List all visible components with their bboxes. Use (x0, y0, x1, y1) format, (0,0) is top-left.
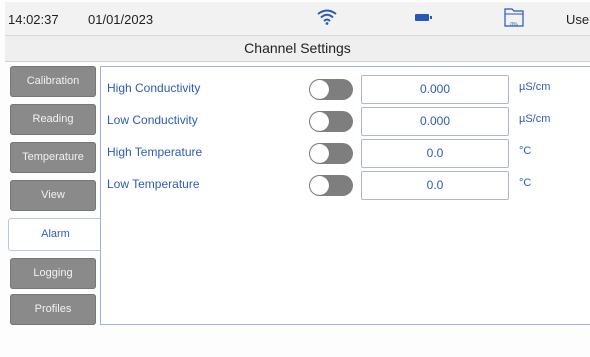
alarm-label: High Temperature (107, 145, 203, 159)
toggle-knob (310, 80, 329, 99)
wifi-icon (317, 9, 337, 25)
page-title: Channel Settings (5, 36, 590, 62)
tab-profiles[interactable]: Profiles (10, 294, 96, 325)
alarm-row-high-conductivity: High Conductivity 0.000 µS/cm (101, 73, 590, 105)
user-name[interactable]: User1 (566, 12, 590, 27)
clock-date: 01/01/2023 (88, 12, 154, 27)
alarm-row-low-conductivity: Low Conductivity 0.000 µS/cm (101, 105, 590, 137)
tab-view[interactable]: View (10, 180, 96, 211)
alarm-value-field[interactable]: 0.0 (361, 139, 509, 168)
alarm-unit: µS/cm (519, 81, 551, 93)
alarm-enable-toggle[interactable] (309, 175, 353, 196)
tab-calibration[interactable]: Calibration (10, 66, 96, 97)
alarm-row-high-temperature: High Temperature 0.0 °C (101, 137, 590, 169)
tab-reading[interactable]: Reading (10, 104, 96, 135)
alarm-unit: µS/cm (519, 113, 551, 125)
alarm-enable-toggle[interactable] (309, 79, 353, 100)
tab-logging[interactable]: Logging (10, 258, 96, 289)
battery-icon (415, 14, 432, 21)
alarm-settings-panel: High Conductivity 0.000 µS/cm Low Conduc… (100, 66, 590, 325)
instrument-screen: 14:02:37 01/01/2023 0% User1 Channel Set… (0, 0, 590, 357)
toggle-knob (310, 144, 329, 163)
alarm-value-field[interactable]: 0.000 (361, 107, 509, 136)
clock-time: 14:02:37 (8, 12, 59, 27)
alarm-enable-toggle[interactable] (309, 111, 353, 132)
alarm-value-field[interactable]: 0.000 (361, 75, 509, 104)
alarm-label: Low Conductivity (107, 113, 198, 127)
alarm-unit: °C (519, 145, 532, 157)
alarm-unit: °C (519, 177, 532, 189)
alarm-label: High Conductivity (107, 81, 201, 95)
toggle-knob (310, 176, 329, 195)
tab-alarm[interactable]: Alarm (8, 218, 102, 251)
alarm-enable-toggle[interactable] (309, 143, 353, 164)
tab-temperature[interactable]: Temperature (10, 142, 96, 173)
alarm-value-field[interactable]: 0.0 (361, 171, 509, 200)
status-bar: 14:02:37 01/01/2023 0% User1 (5, 2, 590, 36)
toggle-knob (310, 112, 329, 131)
alarm-label: Low Temperature (107, 177, 200, 191)
storage-percent: 0% (510, 22, 518, 28)
alarm-row-low-temperature: Low Temperature 0.0 °C (101, 169, 590, 201)
